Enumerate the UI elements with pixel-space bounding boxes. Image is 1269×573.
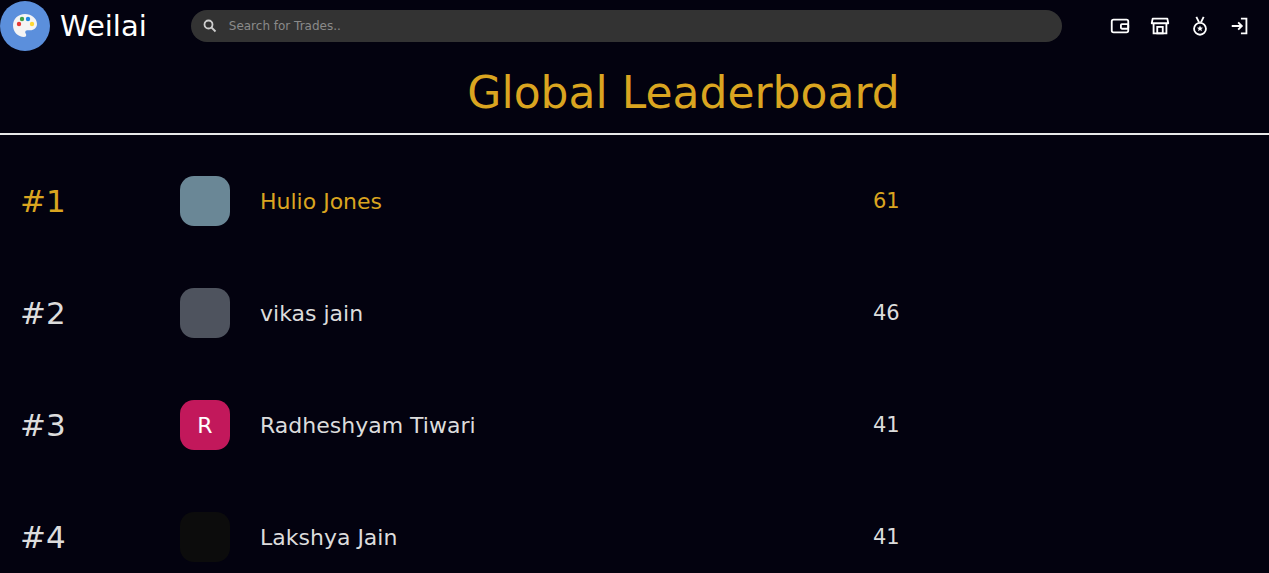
player-name: Radheshyam Tiwari [230,413,873,438]
search-icon [203,19,217,33]
leaderboard-row[interactable]: #2 vikas jain46 [0,257,1269,369]
avatar-photo [180,176,230,226]
score: 46 [873,301,900,325]
score: 41 [873,525,900,549]
player-name: vikas jain [230,301,873,326]
wallet-icon[interactable] [1109,15,1131,37]
logo-text: Weilai [60,9,147,43]
medal-icon[interactable] [1189,15,1211,37]
palette-icon [0,1,50,51]
divider [0,133,1269,135]
store-icon[interactable] [1149,15,1171,37]
top-bar: Weilai [0,0,1269,52]
logo[interactable]: Weilai [0,1,147,51]
rank: #3 [20,407,180,443]
rank: #2 [20,295,180,331]
score: 41 [873,413,900,437]
page-title: Global Leaderboard [467,67,899,118]
rank: #1 [20,183,180,219]
player-name: Lakshya Jain [230,525,873,550]
leaderboard-row[interactable]: #3 R Radheshyam Tiwari41 [0,369,1269,481]
leaderboard-row[interactable]: #4 Lakshya Jain41 [0,481,1269,573]
avatar-photo [180,512,230,562]
avatar: R [180,400,230,450]
leaderboard-row[interactable]: #1 Hulio Jones61 [0,145,1269,257]
search-input[interactable] [227,18,1050,34]
logout-icon[interactable] [1229,15,1251,37]
avatar-letter: R [197,413,212,438]
score: 61 [873,189,900,213]
leaderboard-list: #1 Hulio Jones61 #2 vikas jain46 #3 R Radheshy… [0,135,1269,573]
player-name: Hulio Jones [230,189,873,214]
search-bar[interactable] [191,10,1062,42]
avatar-photo [180,288,230,338]
rank: #4 [20,519,180,555]
